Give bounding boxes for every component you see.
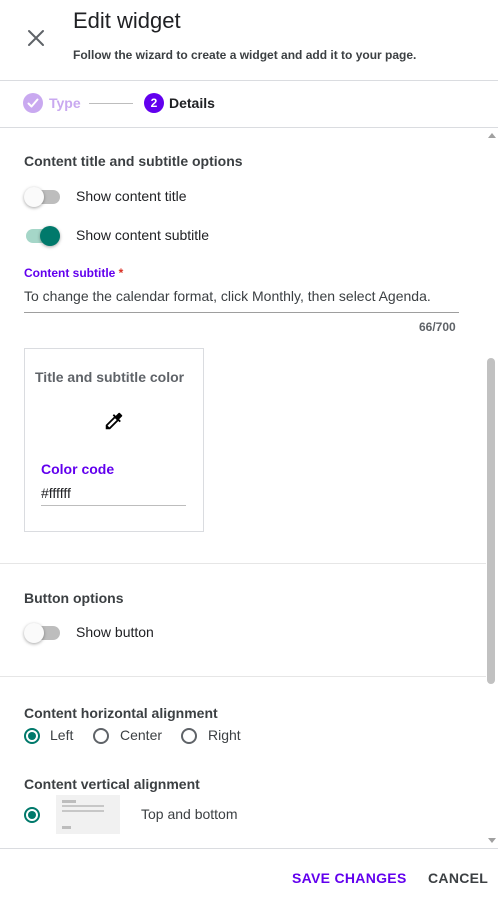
align-center-radio[interactable]: Center	[93, 727, 173, 745]
color-card: Title and subtitle color Color code #fff…	[24, 348, 204, 532]
step-type[interactable]: Type	[23, 93, 81, 113]
scroll-down-icon[interactable]	[487, 837, 497, 845]
color-card-title: Title and subtitle color	[35, 369, 185, 385]
radio-button	[93, 728, 109, 744]
subtitle-field-label-text: Content subtitle	[24, 266, 116, 280]
step-type-label: Type	[49, 95, 81, 111]
align-left-label: Left	[50, 727, 74, 743]
dialog-title: Edit widget	[73, 8, 181, 33]
subtitle-field-label: Content subtitle *	[24, 266, 123, 280]
align-center-label: Center	[120, 727, 163, 743]
close-button[interactable]	[22, 24, 50, 52]
character-counter: 66/700	[419, 320, 456, 334]
show-subtitle-label: Show content subtitle	[76, 227, 210, 243]
subtitle-input[interactable]: To change the calendar format, click Mon…	[24, 288, 459, 304]
details-form: Content title and subtitle options Show …	[0, 128, 498, 848]
cancel-button[interactable]: CANCEL	[428, 870, 488, 886]
scrollbar-thumb[interactable]	[487, 358, 495, 684]
section-divider	[0, 676, 486, 677]
color-code-label: Color code	[41, 461, 115, 477]
wizard-stepper: Type 2 Details	[0, 81, 498, 128]
check-icon	[23, 93, 43, 113]
close-icon	[28, 30, 44, 46]
toggle-thumb	[24, 623, 44, 643]
scroll-up-icon[interactable]	[487, 131, 497, 139]
align-right-label: Right	[208, 727, 241, 743]
show-button-toggle[interactable]: Show button	[24, 622, 204, 644]
step-number: 2	[144, 93, 164, 113]
section-divider	[0, 563, 486, 564]
eyedropper-icon[interactable]	[103, 410, 125, 432]
align-left-radio[interactable]: Left	[24, 727, 104, 745]
color-code-underline	[41, 505, 186, 506]
layout-preview-thumbnail	[56, 795, 120, 834]
radio-button	[24, 807, 40, 823]
dialog-footer: SAVE CHANGES CANCEL	[0, 848, 498, 898]
save-changes-button[interactable]: SAVE CHANGES	[292, 870, 407, 886]
content-options-heading: Content title and subtitle options	[24, 153, 243, 169]
required-mark: *	[118, 266, 124, 280]
vertical-top-bottom-radio[interactable]: Top and bottom	[24, 795, 284, 835]
input-underline	[24, 312, 459, 313]
toggle-thumb	[24, 187, 44, 207]
button-options-heading: Button options	[24, 590, 124, 606]
show-subtitle-toggle[interactable]: Show content subtitle	[24, 225, 224, 247]
color-code-input[interactable]: #ffffff	[41, 485, 71, 501]
show-title-label: Show content title	[76, 188, 187, 204]
align-right-radio[interactable]: Right	[181, 727, 261, 745]
radio-button	[181, 728, 197, 744]
step-details-label: Details	[169, 95, 215, 111]
vertical-alignment-heading: Content vertical alignment	[24, 776, 200, 792]
step-details[interactable]: 2 Details	[144, 93, 215, 113]
radio-button	[24, 728, 40, 744]
step-connector	[89, 103, 133, 104]
show-title-toggle[interactable]: Show content title	[24, 186, 204, 208]
vertical-option-label: Top and bottom	[141, 806, 238, 822]
toggle-thumb	[40, 226, 60, 246]
horizontal-alignment-heading: Content horizontal alignment	[24, 705, 218, 721]
dialog-header: Edit widget Follow the wizard to create …	[0, 0, 498, 81]
dialog-subtitle: Follow the wizard to create a widget and…	[73, 48, 417, 62]
show-button-label: Show button	[76, 624, 154, 640]
